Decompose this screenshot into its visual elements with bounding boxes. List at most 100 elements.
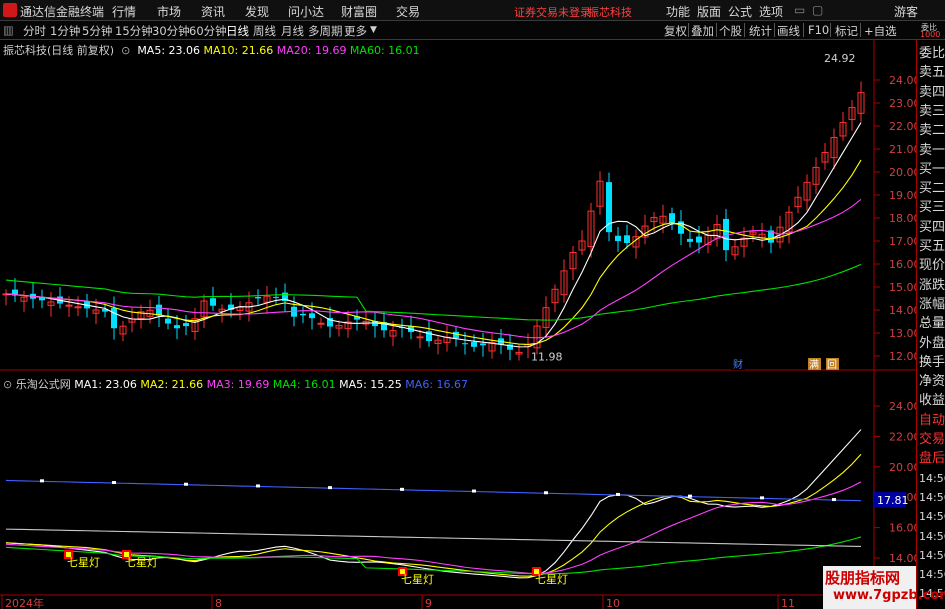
candle-body bbox=[462, 343, 468, 345]
panel-label[interactable]: 买三 bbox=[919, 198, 945, 217]
menu-item-ask[interactable]: 问小达 bbox=[288, 3, 324, 20]
panel-label[interactable]: 收益 bbox=[919, 391, 945, 410]
candle-body bbox=[453, 331, 459, 339]
ma60-line bbox=[5, 263, 862, 321]
panel-label[interactable]: 卖三 bbox=[919, 102, 945, 121]
menu-item-trade[interactable]: 交易 bbox=[396, 3, 420, 20]
sub-ma6-marker bbox=[472, 489, 476, 493]
panel-label[interactable]: 涨跌 bbox=[919, 276, 945, 295]
high-price-label: 24.92 bbox=[824, 52, 856, 65]
panel-label[interactable]: 14:56 bbox=[919, 507, 945, 526]
watermark-logo: 股朋指标网 www.7gpzb.com bbox=[823, 566, 945, 609]
sub-y-tick-label: 14.00 bbox=[889, 552, 916, 565]
signal-label: 七星灯 bbox=[535, 573, 568, 586]
tool-stock[interactable]: 个股 bbox=[719, 23, 742, 39]
watermark-line1: 股朋指标网 bbox=[825, 569, 901, 587]
candle-body bbox=[480, 343, 486, 346]
panel-label[interactable]: 自动 bbox=[919, 411, 945, 430]
menu-item-function[interactable]: 功能 bbox=[666, 3, 690, 20]
tool-draw[interactable]: 画线 bbox=[777, 23, 800, 39]
period-tab-60min[interactable]: 60分钟 bbox=[189, 23, 227, 39]
sub-ma6-marker bbox=[40, 479, 44, 483]
tool-adjust[interactable]: 复权 bbox=[664, 23, 687, 39]
panel-label[interactable]: 14:56 bbox=[919, 469, 945, 488]
candle-body bbox=[669, 213, 675, 224]
panel-label[interactable]: 外盘 bbox=[919, 334, 945, 353]
panel-label[interactable]: 卖五 bbox=[919, 63, 945, 82]
x-axis-label: 9 bbox=[425, 597, 432, 609]
period-tab-15min[interactable]: 15分钟 bbox=[115, 23, 153, 39]
app-logo-icon bbox=[3, 3, 17, 17]
candle-body bbox=[687, 238, 693, 242]
login-status[interactable]: 证券交易未登录 bbox=[514, 4, 591, 20]
menu-item-options[interactable]: 选项 bbox=[759, 3, 783, 20]
x-axis-label: 2024年 bbox=[5, 596, 44, 609]
y-tick-label: 16.00 bbox=[889, 258, 916, 271]
sub-ma6-marker bbox=[328, 486, 332, 490]
panel-label[interactable]: 14:56 bbox=[919, 488, 945, 507]
candle-body bbox=[624, 235, 630, 243]
low-price-label: 11.98 bbox=[531, 350, 563, 363]
period-tab-intraday[interactable]: 分时 bbox=[23, 23, 46, 39]
sub-ma6-marker bbox=[616, 492, 620, 496]
user-label[interactable]: 游客 bbox=[894, 3, 918, 20]
more-chevron-icon[interactable]: ▼ bbox=[370, 25, 377, 35]
panel-top-value: 1000 bbox=[920, 30, 941, 39]
panel-label[interactable]: 14:56 bbox=[919, 565, 945, 584]
menu-item-discover[interactable]: 发现 bbox=[245, 3, 269, 20]
tool-stats[interactable]: 统计 bbox=[749, 23, 772, 39]
y-tick-label: 19.00 bbox=[889, 189, 916, 202]
panel-label[interactable]: 买五 bbox=[919, 237, 945, 256]
panel-label[interactable]: 交易 bbox=[919, 430, 945, 449]
panel-label[interactable]: 卖二 bbox=[919, 121, 945, 140]
sub-ma6-marker bbox=[688, 494, 692, 498]
panel-label[interactable]: 盘后 bbox=[919, 449, 945, 468]
panel-label[interactable]: 14:56 bbox=[919, 527, 945, 546]
menu-item-formula[interactable]: 公式 bbox=[728, 3, 752, 20]
candle-body bbox=[471, 342, 477, 347]
panel-label[interactable]: 换手 bbox=[919, 353, 945, 372]
divider bbox=[860, 23, 861, 37]
y-tick-label: 13.00 bbox=[889, 327, 916, 340]
minimize-icon[interactable]: ▭ bbox=[794, 3, 805, 17]
menu-item-layout[interactable]: 版面 bbox=[697, 3, 721, 20]
tool-overlay[interactable]: 叠加 bbox=[691, 23, 714, 39]
signal-label: 七星灯 bbox=[67, 556, 100, 569]
panel-label[interactable]: 买二 bbox=[919, 179, 945, 198]
menu-item-wealth[interactable]: 财富圈 bbox=[341, 3, 377, 20]
restore-icon[interactable]: ▢ bbox=[812, 3, 823, 17]
tool-mark[interactable]: 标记 bbox=[835, 23, 858, 39]
panel-label[interactable]: 买一 bbox=[919, 160, 945, 179]
period-tab-5min[interactable]: 5分钟 bbox=[82, 23, 112, 39]
panel-label[interactable]: 卖一 bbox=[919, 141, 945, 160]
panel-label[interactable]: 净资 bbox=[919, 372, 945, 391]
kline-chart[interactable]: 24.9211.98财满回 七星灯七星灯七星灯七星灯 24.0023.0022.… bbox=[0, 40, 916, 609]
ma5-line bbox=[5, 122, 862, 348]
quote-panel: 委比 1000 委比 卖五 卖四 卖三 卖二 卖一 买一 买二 买三 买四 买五 现价 涨跌 涨幅 总量 外盘… bbox=[916, 23, 945, 609]
period-tab-30min[interactable]: 30分钟 bbox=[152, 23, 190, 39]
menu-item-news[interactable]: 资讯 bbox=[201, 3, 225, 20]
panel-label[interactable]: 委比 bbox=[919, 44, 945, 63]
layout-icon[interactable]: ▥ bbox=[3, 23, 14, 37]
panel-label[interactable]: 现价 bbox=[919, 256, 945, 275]
period-tab-1min[interactable]: 1分钟 bbox=[50, 23, 80, 39]
y-tick-label: 20.00 bbox=[889, 166, 916, 179]
tool-f10[interactable]: F10 bbox=[808, 23, 829, 37]
x-axis-label: 10 bbox=[606, 597, 620, 609]
menu-item-market[interactable]: 市场 bbox=[157, 3, 181, 20]
panel-label[interactable]: 14:56 bbox=[919, 546, 945, 565]
panel-label[interactable]: 总量 bbox=[919, 314, 945, 333]
period-tab-daily[interactable]: 日线 bbox=[226, 23, 249, 39]
period-tab-weekly[interactable]: 周线 bbox=[253, 23, 276, 39]
period-tab-multi[interactable]: 多周期 bbox=[308, 23, 343, 39]
menu-item-quotes[interactable]: 行情 bbox=[112, 3, 136, 20]
period-tab-more[interactable]: 更多 bbox=[344, 23, 367, 39]
candle-body bbox=[273, 296, 279, 298]
period-tab-monthly[interactable]: 月线 bbox=[281, 23, 304, 39]
panel-label[interactable]: 买四 bbox=[919, 218, 945, 237]
panel-label[interactable]: 卖四 bbox=[919, 83, 945, 102]
event-badge: 回 bbox=[827, 359, 837, 371]
tool-add-watchlist[interactable]: +自选 bbox=[864, 23, 897, 39]
panel-label[interactable]: 涨幅 bbox=[919, 295, 945, 314]
y-tick-label: 24.00 bbox=[889, 74, 916, 87]
